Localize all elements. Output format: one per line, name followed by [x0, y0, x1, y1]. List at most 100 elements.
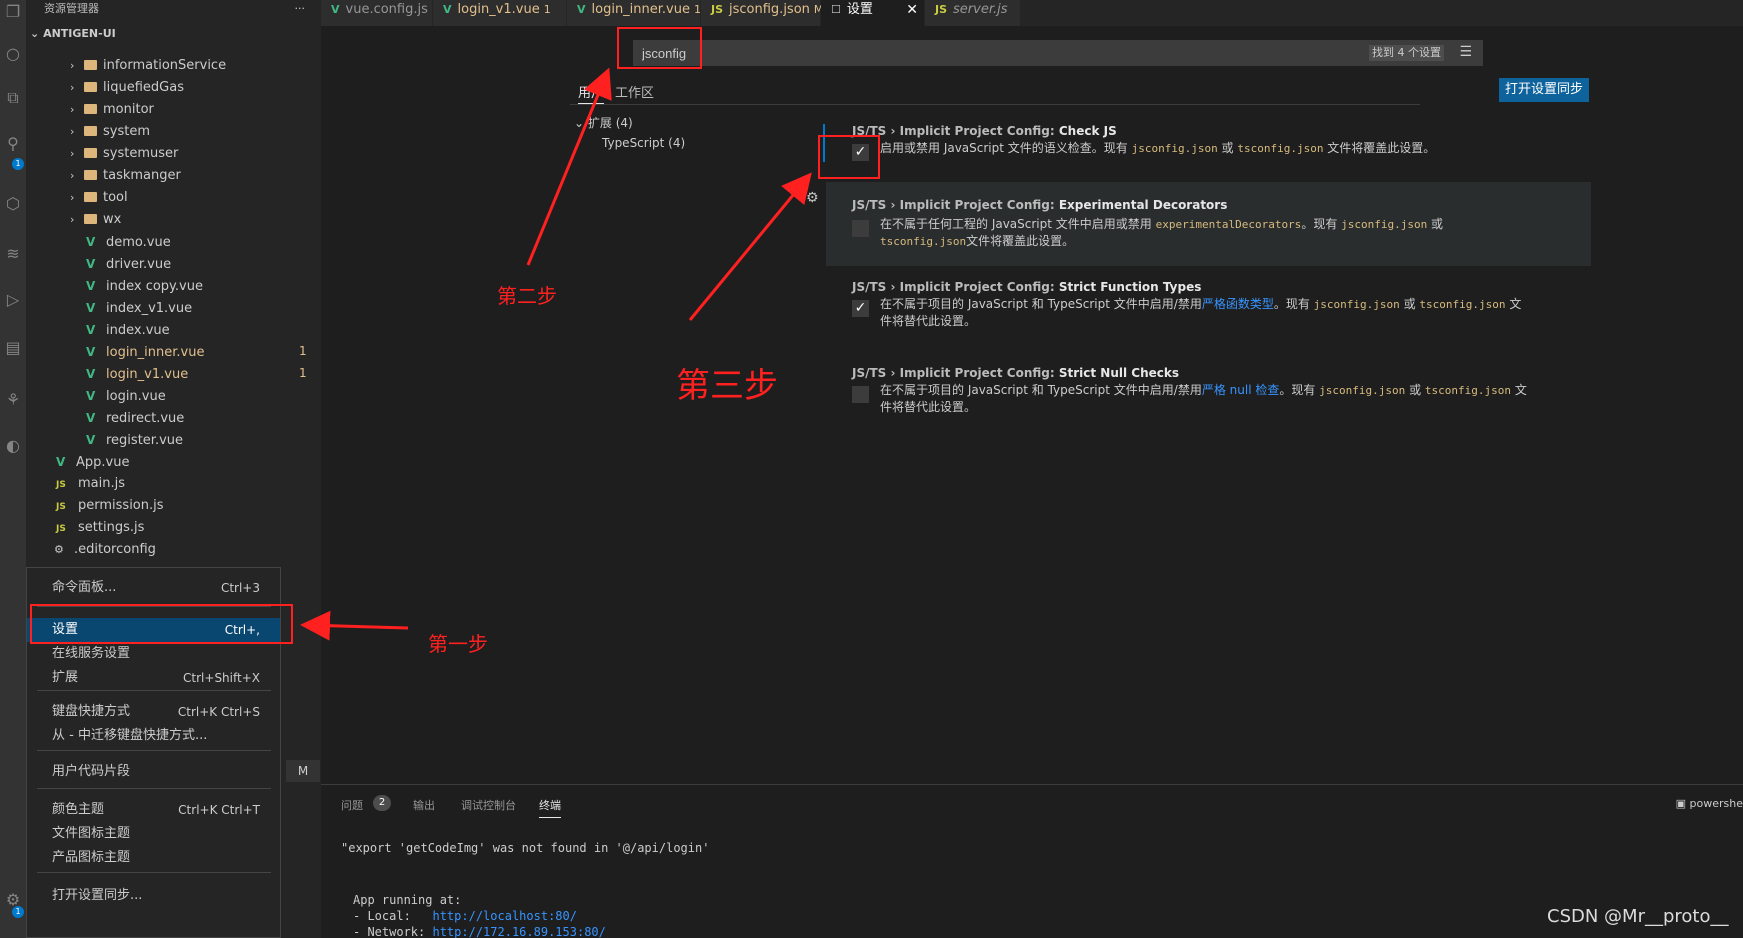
folder-icon [84, 60, 97, 70]
menu-item[interactable]: 用户代码片段 [27, 760, 280, 784]
config-file-icon: ⚙ [54, 543, 64, 556]
chevron-right-icon: › [70, 81, 75, 94]
vue-file-icon: V [86, 323, 96, 337]
annotation-box-settings-menu [30, 604, 293, 644]
tree-item-label: system [103, 124, 150, 139]
editor-tab[interactable]: JS jsconfig.json M [701, 0, 823, 26]
search-icon[interactable]: ○ [3, 44, 23, 64]
desc-link[interactable]: 严格 null 检查 [1202, 383, 1280, 397]
setting-category: JS/TS › Implicit Project Config: [852, 124, 1059, 138]
filter-icon[interactable]: ☰ [1459, 44, 1472, 60]
file-item[interactable]: Vdriver.vue [86, 253, 171, 275]
editor-tab[interactable]: Vlogin_v1.vue 1 [433, 0, 567, 26]
chevron-right-icon: › [70, 213, 75, 226]
account-icon[interactable]: ⚘ [3, 390, 23, 410]
annotation-step1: 第一步 [428, 632, 488, 656]
file-item[interactable]: ⚙ .editorconfig [54, 539, 156, 561]
tab-file-icon: V [331, 3, 340, 16]
toc-extensions-label: 扩展 (4) [587, 116, 633, 130]
menu-item[interactable]: 从 - 中迁移键盘快捷方式... [27, 724, 280, 748]
tree-item-label: settings.js [78, 520, 145, 535]
terminal-shell-selector[interactable]: ▣ powershe [1676, 797, 1743, 810]
desc-link[interactable]: 严格函数类型 [1202, 297, 1274, 311]
more-actions-icon[interactable]: ··· [295, 0, 306, 18]
tab-problems[interactable]: 问题 [341, 797, 363, 813]
folder-item[interactable]: › liquefiedGas [70, 77, 184, 99]
setting-name: Strict Null Checks [1058, 366, 1179, 380]
settings-search[interactable]: 找到 4 个设置 ☰ [633, 40, 1483, 66]
file-item[interactable]: JS main.js [56, 473, 125, 495]
desc-text: 在不属于任何工程的 JavaScript 文件中启用或禁用 [880, 217, 1156, 231]
menu-item[interactable]: 在线服务设置 [27, 642, 280, 666]
folder-item[interactable]: › tool [70, 187, 128, 209]
setting-checkbox[interactable]: ✓ [852, 300, 869, 317]
terminal-network-link[interactable]: http://172.16.89.153:80/ [432, 925, 605, 938]
editor-tab[interactable]: Vlogin_inner.vue 1 [567, 0, 701, 26]
js-file-icon: JS [56, 524, 66, 534]
menu-item[interactable]: 产品图标主题 [27, 846, 280, 870]
file-item[interactable]: Vregister.vue [86, 429, 183, 451]
menu-item[interactable]: 扩展 Ctrl+Shift+X [27, 666, 280, 690]
editor-tab[interactable]: ☐ 设置 ✕ [821, 0, 925, 26]
file-item[interactable]: Vindex_v1.vue [86, 297, 192, 319]
menu-item[interactable]: 打开设置同步... [27, 884, 280, 908]
tab-debug-console[interactable]: 调试控制台 [461, 797, 516, 813]
test-icon[interactable]: ▤ [3, 338, 23, 358]
desc-code: experimentalDecorators [1155, 218, 1302, 231]
tab-user[interactable]: 用户 [578, 82, 605, 104]
folder-item[interactable]: › wx [70, 209, 121, 231]
file-item[interactable]: JS settings.js [56, 517, 144, 539]
open-settings-sync-button[interactable]: 打开设置同步 [1499, 78, 1590, 102]
remote-icon[interactable]: ▷ [3, 290, 23, 310]
file-item[interactable]: V App.vue [56, 451, 129, 473]
file-item[interactable]: Vlogin.vue [86, 385, 166, 407]
folder-icon [84, 170, 97, 180]
desc-text: 。现有 [1279, 383, 1320, 397]
setting-gear-icon[interactable]: ⚙ [806, 190, 819, 206]
editor-tab[interactable]: Vvue.config.js [321, 0, 433, 26]
menu-item[interactable]: 键盘快捷方式 Ctrl+K Ctrl+S [27, 700, 280, 724]
file-item[interactable]: Vredirect.vue [86, 407, 184, 429]
run-debug-icon[interactable]: ⚲ [3, 134, 23, 154]
folder-item[interactable]: › informationService [70, 55, 226, 77]
folder-item[interactable]: › taskmanger [70, 165, 181, 187]
menu-item-label: 颜色主题 [52, 802, 105, 817]
js-file-icon: JS [56, 480, 66, 490]
desc-code: tsconfig.json [1424, 384, 1511, 397]
setting-checkbox[interactable] [852, 386, 869, 403]
tab-output[interactable]: 输出 [413, 797, 435, 813]
setting-checkbox[interactable] [852, 220, 869, 237]
desc-code: jsconfig.json [1313, 298, 1400, 311]
tab-workspace[interactable]: 工作区 [615, 82, 654, 104]
settings-gear-icon[interactable]: ◐ [3, 436, 23, 456]
file-item[interactable]: JS permission.js [56, 495, 164, 517]
file-item[interactable]: Vindex.vue [86, 319, 170, 341]
docker-icon[interactable]: ≋ [3, 244, 23, 264]
menu-item[interactable]: 文件图标主题 [27, 822, 280, 846]
file-item[interactable]: Vindex copy.vue [86, 275, 203, 297]
toc-extensions[interactable]: ⌄ 扩展 (4) [574, 114, 633, 131]
close-icon[interactable]: ✕ [906, 0, 918, 20]
settings-search-input[interactable] [642, 44, 1242, 62]
folder-item[interactable]: › system [70, 121, 150, 143]
extensions-icon[interactable]: ⬡ [3, 194, 23, 214]
terminal-local-link[interactable]: http://localhost:80/ [432, 909, 577, 923]
menu-item[interactable]: 命令面板... Ctrl+3 [27, 576, 280, 600]
vue-file-icon: V [86, 367, 96, 381]
tree-item-label: index_v1.vue [106, 301, 193, 316]
file-item[interactable]: Vlogin_inner.vue [86, 341, 204, 363]
menu-item[interactable]: 颜色主题 Ctrl+K Ctrl+T [27, 798, 280, 822]
chevron-right-icon: › [70, 147, 75, 160]
file-item[interactable]: Vdemo.vue [86, 231, 171, 253]
tab-terminal[interactable]: 终端 [539, 797, 561, 818]
project-root[interactable]: ⌄ ANTIGEN-UI [26, 24, 321, 44]
folder-item[interactable]: › monitor [70, 99, 154, 121]
explorer-icon[interactable]: ❐ [3, 2, 23, 22]
setting-category: JS/TS › Implicit Project Config: [852, 366, 1059, 380]
menu-item-label: 键盘快捷方式 [52, 704, 131, 719]
source-control-icon[interactable]: ⧉ [3, 88, 23, 108]
editor-tab[interactable]: JS server.js [925, 0, 1021, 26]
toc-typescript[interactable]: TypeScript (4) [602, 136, 685, 150]
folder-item[interactable]: › systemuser [70, 143, 178, 165]
file-item[interactable]: Vlogin_v1.vue [86, 363, 188, 385]
